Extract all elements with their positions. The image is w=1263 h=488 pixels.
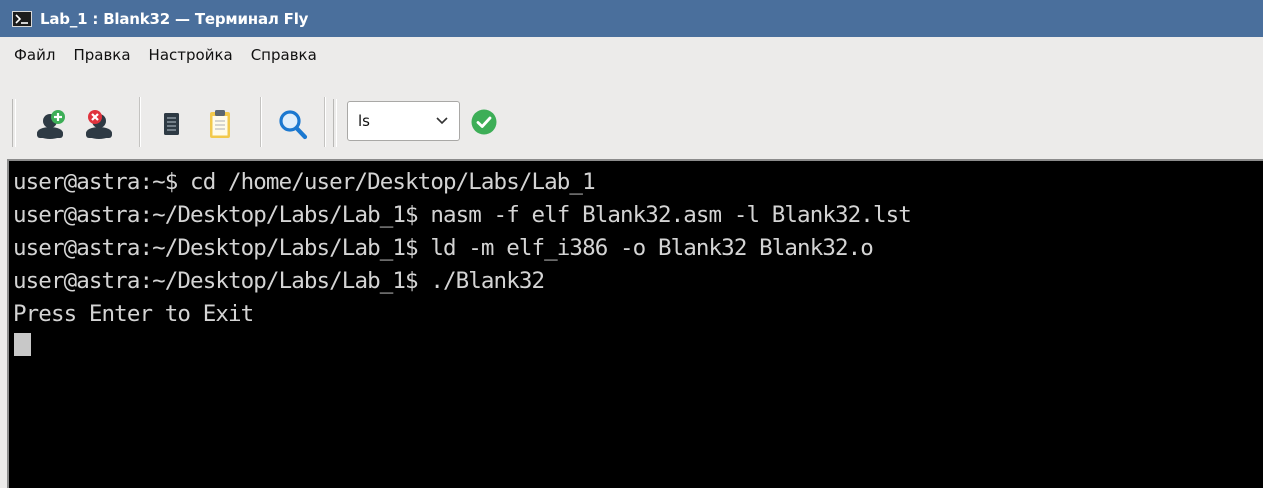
menu-settings[interactable]: Настройка xyxy=(149,44,233,66)
terminal-cursor xyxy=(14,333,31,356)
checkmark-icon xyxy=(471,109,497,135)
terminal-icon xyxy=(12,10,32,27)
search-icon xyxy=(279,110,308,140)
paste-button[interactable] xyxy=(202,107,238,143)
toolbar-grip[interactable] xyxy=(12,99,16,147)
toolbar-separator xyxy=(260,97,262,147)
new-session-button[interactable] xyxy=(32,107,68,143)
copy-icon xyxy=(164,113,179,135)
run-command-button[interactable] xyxy=(471,109,497,135)
menu-help[interactable]: Справка xyxy=(251,44,317,66)
copy-button[interactable] xyxy=(154,107,190,143)
menu-file[interactable]: Файл xyxy=(14,44,55,66)
terminal-output[interactable]: user@astra:~$ cd /home/user/Desktop/Labs… xyxy=(7,159,1263,488)
chevron-down-icon xyxy=(436,117,448,125)
paste-icon xyxy=(210,110,230,138)
toolbar-separator xyxy=(139,97,141,147)
command-combobox-value: ls xyxy=(358,112,370,130)
command-combobox[interactable]: ls xyxy=(347,101,460,141)
window-title: Lab_1 : Blank32 — Терминал Fly xyxy=(40,9,309,28)
toolbar: ls xyxy=(0,73,1263,159)
terminal-line: Press Enter to Exit xyxy=(13,301,254,327)
terminal-line: user@astra:~/Desktop/Labs/Lab_1$ ld -m e… xyxy=(13,235,874,261)
close-session-button[interactable] xyxy=(81,107,117,143)
title-bar[interactable]: Lab_1 : Blank32 — Терминал Fly xyxy=(0,0,1263,37)
toolbar-grip[interactable] xyxy=(333,99,337,147)
menu-edit[interactable]: Правка xyxy=(73,44,130,66)
terminal-line: user@astra:~/Desktop/Labs/Lab_1$ nasm -f… xyxy=(13,202,912,228)
toolbar-separator xyxy=(324,97,326,147)
add-user-icon xyxy=(37,110,65,139)
search-button[interactable] xyxy=(275,107,311,143)
menu-bar: Файл Правка Настройка Справка xyxy=(0,37,1263,73)
terminal-window: Lab_1 : Blank32 — Терминал Fly Файл Прав… xyxy=(0,0,1263,488)
terminal-line: user@astra:~$ cd /home/user/Desktop/Labs… xyxy=(13,169,596,195)
remove-user-icon xyxy=(86,110,112,139)
terminal-line: user@astra:~/Desktop/Labs/Lab_1$ ./Blank… xyxy=(13,268,545,294)
